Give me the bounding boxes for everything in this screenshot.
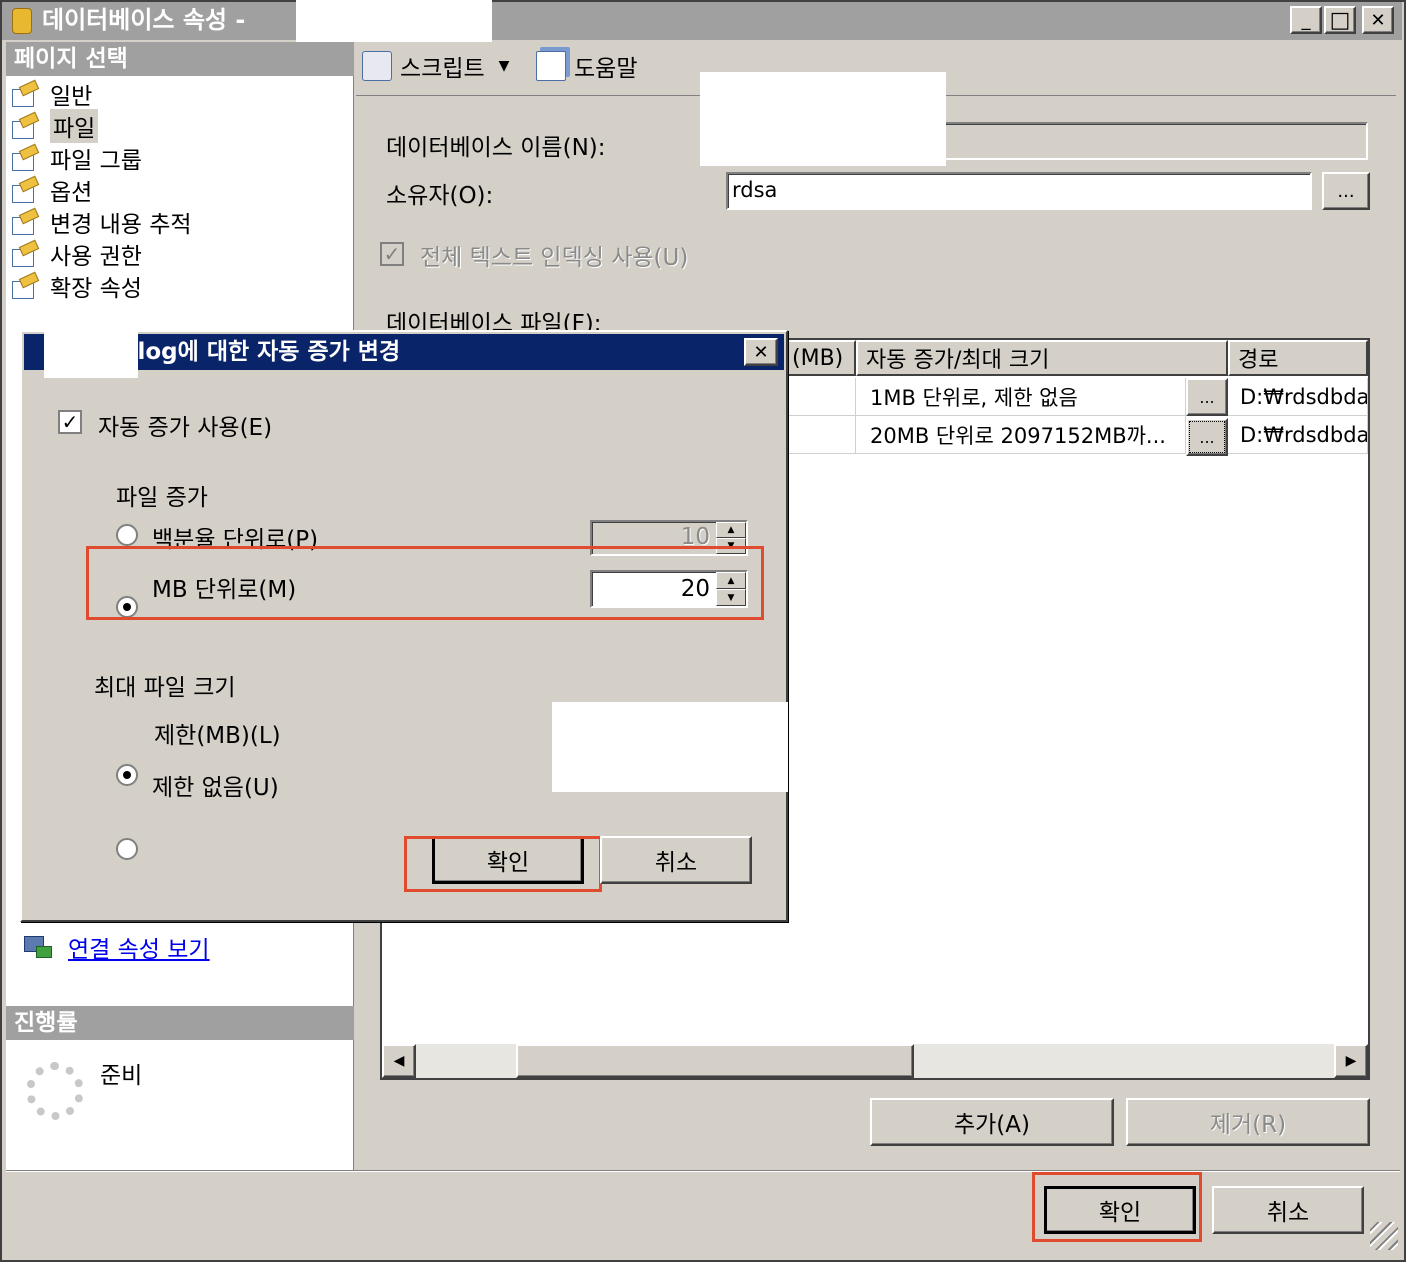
nav-item-filegroups[interactable]: 파일 그룹 [10, 142, 350, 174]
fulltext-label: 전체 텍스트 인덱싱 사용(U) [420, 245, 689, 271]
horizontal-scrollbar[interactable]: ◀ ▶ [382, 1044, 1368, 1078]
page-icon [10, 145, 40, 171]
scroll-left-button[interactable]: ◀ [382, 1044, 416, 1078]
nav-item-extended-properties[interactable]: 확장 속성 [10, 270, 350, 302]
nav-item-files[interactable]: 파일 [10, 109, 350, 143]
max-size-mask [552, 702, 788, 792]
dialog-cancel-button[interactable]: 취소 [600, 836, 752, 884]
db-name-label: 데이터베이스 이름(N): [386, 135, 606, 161]
page-icon [10, 113, 40, 139]
percent-radio[interactable] [116, 524, 138, 546]
page-select-header: 페이지 선택 [6, 42, 354, 76]
page-icon [10, 177, 40, 203]
close-button[interactable]: ✕ [1362, 6, 1394, 34]
grid-cell-size-1[interactable] [782, 378, 856, 416]
script-icon [362, 51, 392, 81]
progress-header: 진행률 [6, 1006, 354, 1040]
ok-highlight [1032, 1172, 1202, 1242]
db-name-mask [700, 72, 946, 166]
grid-cell-path-1[interactable]: D:₩rdsdbda [1228, 378, 1368, 416]
limited-label: 제한(MB)(L) [154, 723, 281, 749]
unlimited-radio[interactable] [116, 838, 138, 860]
grid-header-autogrowth[interactable]: 자동 증가/최대 크기 [856, 340, 1228, 376]
growth-browse-button-1[interactable]: ... [1186, 378, 1228, 416]
nav-item-options[interactable]: 옵션 [10, 174, 350, 206]
help-icon [536, 51, 566, 81]
page-icon [10, 81, 40, 107]
owner-browse-button[interactable]: ... [1322, 172, 1370, 210]
maximize-button[interactable]: □ [1324, 6, 1356, 34]
spin-up-icon[interactable]: ▲ [716, 522, 746, 538]
file-growth-label: 파일 증가 [116, 485, 208, 511]
nav-item-general[interactable]: 일반 [10, 78, 350, 110]
progress-status: 준비 [100, 1063, 143, 1089]
progress-spinner-icon [26, 1062, 84, 1120]
nav-item-change-tracking[interactable]: 변경 내용 추적 [10, 206, 350, 238]
scroll-thumb[interactable] [516, 1044, 914, 1078]
owner-label: 소유자(O): [386, 183, 494, 209]
add-file-button[interactable]: 추가(A) [870, 1098, 1114, 1146]
mb-highlight [86, 546, 764, 620]
database-icon [12, 8, 32, 34]
autogrow-checkbox[interactable]: ✓ [58, 410, 82, 434]
dialog-title-mask [44, 332, 138, 378]
grid-cell-growth-1[interactable]: 1MB 단위로, 제한 없음 [856, 378, 1186, 416]
autogrow-label: 자동 증가 사용(E) [98, 415, 273, 441]
dialog-close-button[interactable]: ✕ [744, 338, 778, 366]
page-icon [10, 241, 40, 267]
grid-cell-size-2[interactable] [782, 416, 856, 454]
growth-browse-button-2[interactable]: ... [1186, 418, 1228, 456]
grid-cell-path-2[interactable]: D:₩rdsdbda [1228, 416, 1368, 454]
dialog-ok-highlight [404, 836, 602, 892]
nav-item-permissions[interactable]: 사용 권한 [10, 238, 350, 270]
script-button[interactable]: 스크립트 ▼ [362, 48, 509, 84]
connection-properties-link[interactable]: 연결 속성 보기 [68, 930, 210, 964]
page-icon [10, 273, 40, 299]
scroll-right-button[interactable]: ▶ [1334, 1044, 1368, 1078]
cancel-button[interactable]: 취소 [1212, 1186, 1364, 1234]
owner-field[interactable]: rdsa [726, 172, 1312, 210]
resize-grip-icon[interactable] [1370, 1222, 1398, 1250]
grid-header-path[interactable]: 경로 [1228, 340, 1368, 376]
connection-icon [24, 934, 54, 960]
unlimited-label: 제한 없음(U) [152, 775, 279, 801]
title-mask [296, 0, 492, 42]
max-size-label: 최대 파일 크기 [94, 675, 236, 701]
limited-radio[interactable] [116, 764, 138, 786]
window-title: 데이터베이스 속성 - [42, 6, 246, 34]
nav-list: 일반 파일 파일 그룹 옵션 변경 내용 추적 사용 권한 확장 속성 [10, 78, 350, 302]
remove-file-button[interactable]: 제거(R) [1126, 1098, 1370, 1146]
dialog-title: _log에 대한 자동 증가 변경 [126, 339, 401, 365]
grid-header-size[interactable]: (MB) [782, 340, 856, 376]
grid-cell-growth-2[interactable]: 20MB 단위로 2097152MB까... [856, 416, 1186, 454]
fulltext-checkbox[interactable]: ✓ [380, 242, 404, 266]
help-button[interactable]: 도움말 [536, 48, 637, 84]
page-icon [10, 209, 40, 235]
minimize-button[interactable]: _ [1290, 6, 1322, 34]
dropdown-arrow-icon: ▼ [498, 58, 510, 74]
